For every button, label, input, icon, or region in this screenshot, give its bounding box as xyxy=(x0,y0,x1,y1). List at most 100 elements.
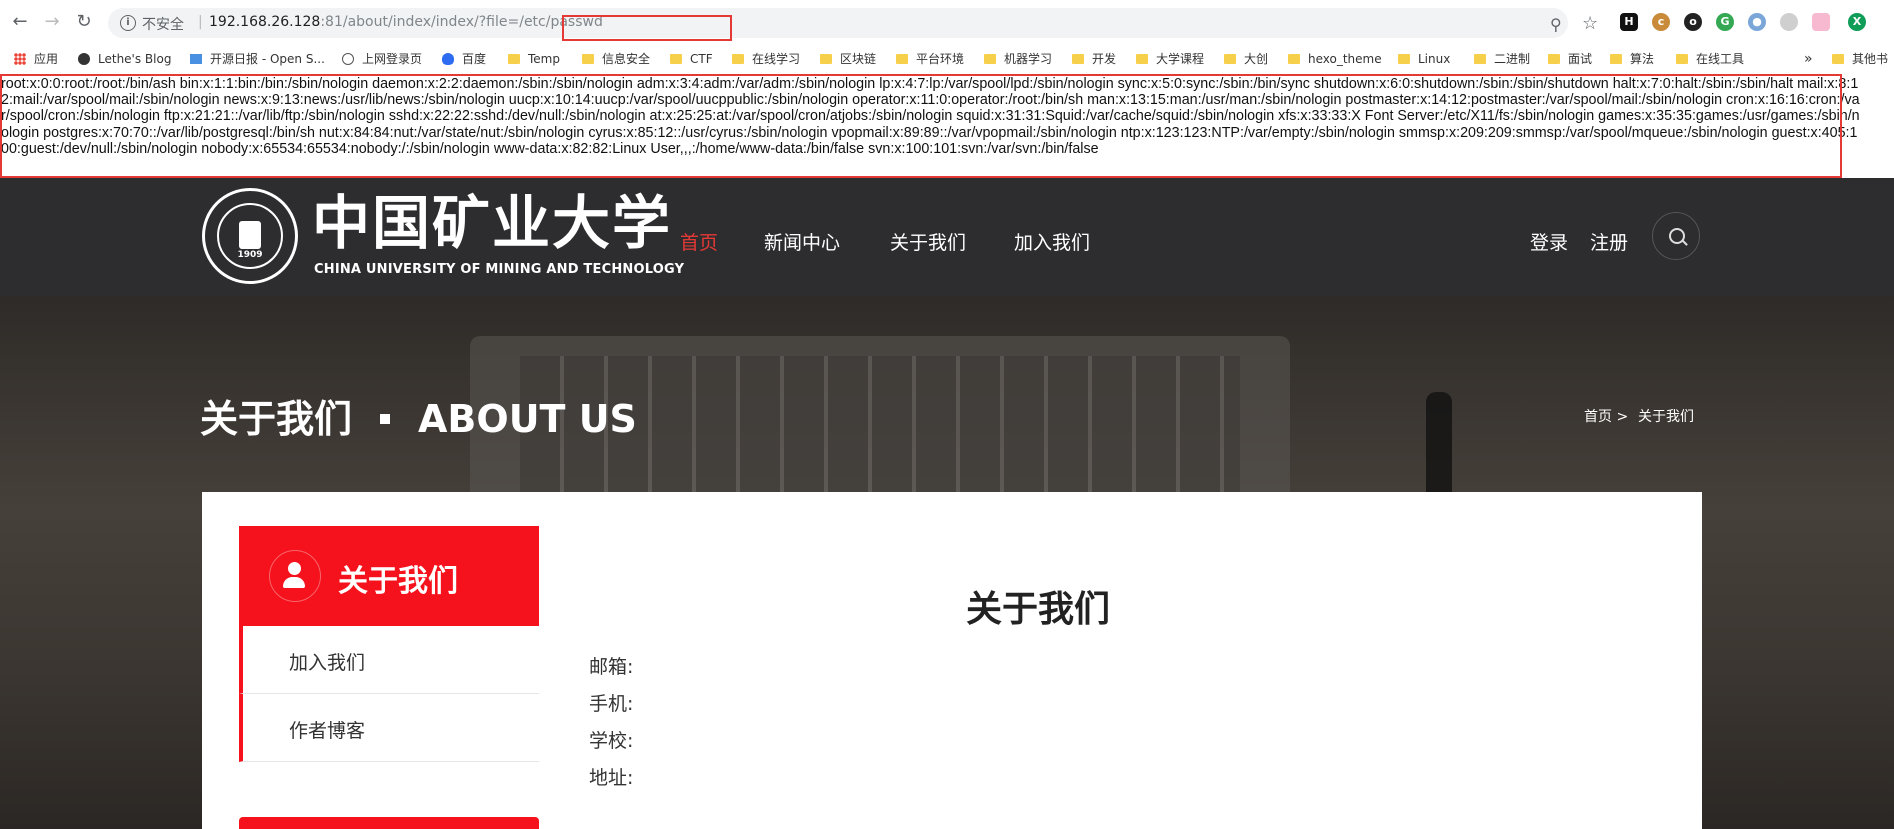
bookmark-folder[interactable]: 区块链 xyxy=(820,49,876,69)
banner-title-en: ABOUT US xyxy=(418,397,637,441)
university-seal-logo[interactable]: 1909 xyxy=(202,188,298,284)
baidu-icon xyxy=(442,53,454,65)
bookmark-folder[interactable]: 大学课程 xyxy=(1136,49,1204,69)
bookmark-item[interactable]: 开源日报 - Open S... xyxy=(190,49,325,69)
folder-icon xyxy=(1548,54,1560,64)
bookmark-folder[interactable]: 信息安全 xyxy=(582,49,650,69)
login-link[interactable]: 登录 xyxy=(1530,228,1568,255)
folder-icon xyxy=(732,54,744,64)
user-icon-body xyxy=(283,577,305,588)
insecure-label: 不安全 xyxy=(142,17,184,33)
content-card: 关于我们 加入我们 作者博客 关于我们 邮箱: 手机: 学校: 地址: xyxy=(202,492,1702,829)
breadcrumb-home[interactable]: 首页 > xyxy=(1584,406,1628,426)
search-button[interactable] xyxy=(1652,212,1700,260)
bookmark-folder[interactable]: 二进制 xyxy=(1474,49,1530,69)
logo-chinese-name[interactable]: 中国矿业大学 xyxy=(312,188,672,258)
folder-icon xyxy=(1474,54,1486,64)
folder-icon xyxy=(1610,54,1622,64)
user-icon-head xyxy=(288,562,301,575)
star-icon[interactable]: ☆ xyxy=(1582,13,1598,34)
nav-news[interactable]: 新闻中心 xyxy=(764,228,840,255)
banner-title-dot xyxy=(380,414,391,424)
nav-join[interactable]: 加入我们 xyxy=(1014,228,1090,255)
bookmark-apps[interactable]: 应用 xyxy=(14,49,58,69)
extension-cookie-icon[interactable]: c xyxy=(1652,13,1670,31)
banner-title-cn: 关于我们 xyxy=(200,397,353,441)
sidebar-next-section xyxy=(239,817,539,829)
folder-icon xyxy=(984,54,996,64)
bookmark-folder[interactable]: Linux xyxy=(1398,49,1450,69)
browser-toolbar: ← → ↻ i 不安全 | 192.168.26.128:81/about/in… xyxy=(0,0,1894,44)
seal-emblem xyxy=(239,221,261,249)
bookmark-folder[interactable]: CTF xyxy=(670,49,713,69)
extension-egg-icon[interactable] xyxy=(1780,13,1798,31)
url-path: /about/index/index xyxy=(342,14,475,30)
sidebar-item-blog[interactable]: 作者博客 xyxy=(239,694,539,762)
folder-icon xyxy=(896,54,908,64)
nav-about[interactable]: 关于我们 xyxy=(890,228,966,255)
folder-icon xyxy=(1288,54,1300,64)
search-icon-handle xyxy=(1682,240,1688,246)
bookmark-folder[interactable]: 面试 xyxy=(1548,49,1592,69)
address-separator: | xyxy=(198,14,203,30)
url-host: 192.168.26.128 xyxy=(209,14,321,30)
globe-icon xyxy=(342,53,354,65)
sidebar-title: 关于我们 xyxy=(338,564,458,599)
folder-icon xyxy=(1398,54,1410,64)
school-label: 学校: xyxy=(589,730,634,752)
bookmark-folder[interactable]: 大创 xyxy=(1224,49,1268,69)
extension-grammarly-icon[interactable]: G xyxy=(1716,13,1734,31)
bookmark-folder[interactable]: hexo_theme xyxy=(1288,49,1382,69)
bookmark-folder[interactable]: 算法 xyxy=(1610,49,1654,69)
folder-icon xyxy=(508,54,520,64)
bookmark-favicon-icon xyxy=(190,54,202,64)
site-header: 1909 中国矿业大学 CHINA UNIVERSITY OF MINING A… xyxy=(0,178,1894,296)
logo-english-name: CHINA UNIVERSITY OF MINING AND TECHNOLOG… xyxy=(314,262,685,277)
banner-title: 关于我们 ABOUT US xyxy=(200,388,637,443)
sidebar-item-label: 作者博客 xyxy=(289,720,366,742)
address-bar[interactable]: i 不安全 | 192.168.26.128:81/about/index/in… xyxy=(108,8,1598,41)
extension-pink-icon[interactable] xyxy=(1812,13,1830,31)
bookmark-folder[interactable]: 在线学习 xyxy=(732,49,800,69)
extension-h-icon[interactable]: H xyxy=(1620,13,1638,31)
reload-icon[interactable]: ↻ xyxy=(72,10,96,34)
bookmark-folder[interactable]: Temp xyxy=(508,49,560,69)
sidebar-item-join[interactable]: 加入我们 xyxy=(239,626,539,694)
folder-icon xyxy=(1136,54,1148,64)
bookmark-item[interactable]: 百度 xyxy=(442,49,486,69)
forward-arrow-icon[interactable]: → xyxy=(40,10,64,34)
bookmark-item[interactable]: Lethe's Blog xyxy=(78,49,171,69)
extension-badge-icon[interactable]: o xyxy=(1684,13,1702,31)
breadcrumb-current: 关于我们 xyxy=(1638,409,1694,425)
sidebar-item-label: 加入我们 xyxy=(289,652,366,674)
extension-avatar-icon[interactable]: ● xyxy=(1748,13,1766,31)
url-text[interactable]: 192.168.26.128:81/about/index/index/?fil… xyxy=(209,14,603,30)
profile-avatar-icon[interactable]: X xyxy=(1848,13,1866,31)
email-label: 邮箱: xyxy=(589,656,634,678)
seal-inner-ring: 1909 xyxy=(217,203,283,269)
bookmark-folder[interactable]: 在线工具 xyxy=(1676,49,1744,69)
bookmarks-overflow-chevron-icon[interactable]: » xyxy=(1804,49,1813,69)
folder-icon xyxy=(670,54,682,64)
apps-grid-icon xyxy=(14,53,26,65)
folder-icon xyxy=(582,54,594,64)
bookmark-folder[interactable]: 平台环境 xyxy=(896,49,964,69)
bookmark-item[interactable]: 上网登录页 xyxy=(342,49,422,69)
browser-chrome: ← → ↻ i 不安全 | 192.168.26.128:81/about/in… xyxy=(0,0,1894,75)
url-port: :81 xyxy=(320,14,343,30)
page-title: 关于我们 xyxy=(966,589,1111,630)
back-arrow-icon[interactable]: ← xyxy=(8,10,32,34)
bookmark-folder[interactable]: 开发 xyxy=(1072,49,1116,69)
nav-home[interactable]: 首页 xyxy=(680,228,718,255)
register-link[interactable]: 注册 xyxy=(1590,228,1628,255)
output-highlight-box xyxy=(0,74,1842,178)
address-label: 地址: xyxy=(589,767,634,789)
zoom-icon[interactable]: ⚲ xyxy=(1550,15,1562,34)
user-icon xyxy=(269,550,321,602)
bookmark-folder[interactable]: 机器学习 xyxy=(984,49,1052,69)
folder-icon xyxy=(1676,54,1688,64)
bookmark-favicon-icon xyxy=(78,53,90,65)
bookmark-other[interactable]: 其他书 xyxy=(1832,49,1888,69)
info-icon[interactable]: i xyxy=(120,15,136,31)
folder-icon xyxy=(1072,54,1084,64)
